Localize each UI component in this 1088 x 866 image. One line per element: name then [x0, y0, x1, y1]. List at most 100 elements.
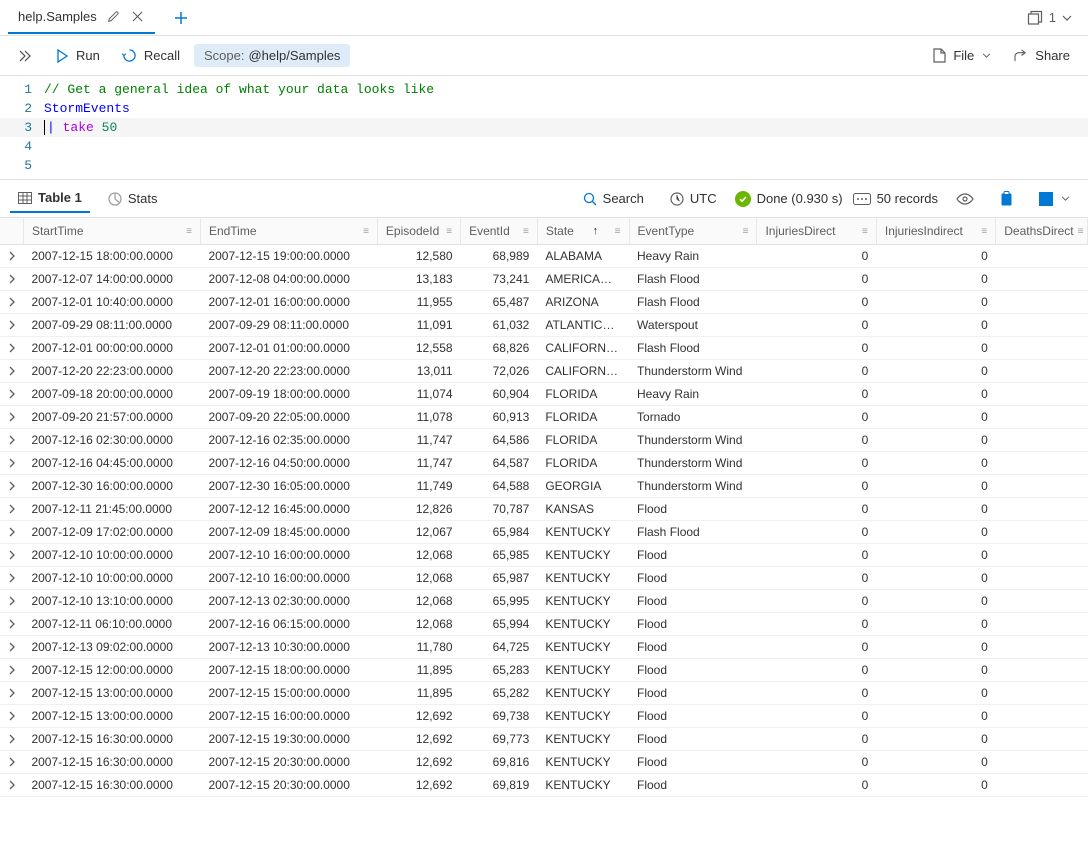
- filter-icon[interactable]: ≡: [615, 226, 621, 237]
- column-header-eventtype[interactable]: EventType≡: [629, 218, 757, 245]
- run-button[interactable]: Run: [46, 44, 108, 68]
- cell: 0: [757, 452, 876, 475]
- table-row[interactable]: 2007-12-10 10:00:00.00002007-12-10 16:00…: [0, 567, 1088, 590]
- expand-row-button[interactable]: [0, 475, 23, 498]
- color-button[interactable]: [1031, 188, 1078, 210]
- expand-row-button[interactable]: [0, 751, 23, 774]
- share-button[interactable]: Share: [1005, 44, 1078, 68]
- share-label: Share: [1035, 48, 1070, 63]
- expand-row-button[interactable]: [0, 498, 23, 521]
- table-row[interactable]: 2007-12-15 12:00:00.00002007-12-15 18:00…: [0, 659, 1088, 682]
- expand-row-button[interactable]: [0, 682, 23, 705]
- expand-row-button[interactable]: [0, 314, 23, 337]
- table-row[interactable]: 2007-12-15 16:30:00.00002007-12-15 19:30…: [0, 728, 1088, 751]
- column-header-injuriesindirect[interactable]: InjuriesIndirect≡: [876, 218, 995, 245]
- utc-button[interactable]: UTC: [662, 187, 725, 210]
- query-editor[interactable]: 1// Get a general idea of what your data…: [0, 76, 1088, 180]
- table-row[interactable]: 2007-09-18 20:00:00.00002007-09-19 18:00…: [0, 383, 1088, 406]
- table-row[interactable]: 2007-12-15 13:00:00.00002007-12-15 16:00…: [0, 705, 1088, 728]
- table-row[interactable]: 2007-12-01 00:00:00.00002007-12-01 01:00…: [0, 337, 1088, 360]
- filter-icon[interactable]: ≡: [743, 226, 749, 237]
- table-row[interactable]: 2007-12-10 10:00:00.00002007-12-10 16:00…: [0, 544, 1088, 567]
- table-row[interactable]: 2007-09-20 21:57:00.00002007-09-20 22:05…: [0, 406, 1088, 429]
- recall-button[interactable]: Recall: [114, 44, 188, 68]
- table-row[interactable]: 2007-12-15 13:00:00.00002007-12-15 15:00…: [0, 682, 1088, 705]
- table-row[interactable]: 2007-12-15 16:30:00.00002007-12-15 20:30…: [0, 774, 1088, 797]
- cell: KENTUCKY: [537, 728, 629, 751]
- stats-tab[interactable]: Stats: [100, 185, 166, 212]
- table-row[interactable]: 2007-12-10 13:10:00.00002007-12-13 02:30…: [0, 590, 1088, 613]
- filter-icon[interactable]: ≡: [862, 226, 868, 237]
- expand-row-button[interactable]: [0, 705, 23, 728]
- expand-row-button[interactable]: [0, 544, 23, 567]
- expand-button[interactable]: [10, 45, 40, 67]
- editor-line[interactable]: 3| take 50: [0, 118, 1088, 137]
- expand-row-button[interactable]: [0, 774, 23, 797]
- filter-icon[interactable]: ≡: [981, 226, 987, 237]
- editor-line[interactable]: 4: [0, 137, 1088, 156]
- new-tab-button[interactable]: [167, 4, 195, 32]
- tabs-overview-button[interactable]: 1: [1019, 10, 1080, 26]
- cell: 69,738: [461, 705, 538, 728]
- table-row[interactable]: 2007-12-30 16:00:00.00002007-12-30 16:05…: [0, 475, 1088, 498]
- table-row[interactable]: 2007-12-20 22:23:00.00002007-12-20 22:23…: [0, 360, 1088, 383]
- query-tab[interactable]: help.Samples: [8, 2, 155, 34]
- expand-row-button[interactable]: [0, 429, 23, 452]
- column-header-episodeid[interactable]: EpisodeId≡: [377, 218, 460, 245]
- expand-row-button[interactable]: [0, 268, 23, 291]
- expand-row-button[interactable]: [0, 590, 23, 613]
- column-header-endtime[interactable]: EndTime≡: [200, 218, 377, 245]
- column-header-injuriesdirect[interactable]: InjuriesDirect≡: [757, 218, 876, 245]
- expand-row-button[interactable]: [0, 613, 23, 636]
- search-button[interactable]: Search: [575, 187, 652, 210]
- table-row[interactable]: 2007-12-16 02:30:00.00002007-12-16 02:35…: [0, 429, 1088, 452]
- table-row[interactable]: 2007-12-11 21:45:00.00002007-12-12 16:45…: [0, 498, 1088, 521]
- table-row[interactable]: 2007-12-01 10:40:00.00002007-12-01 16:00…: [0, 291, 1088, 314]
- table-row[interactable]: 2007-09-29 08:11:00.00002007-09-29 08:11…: [0, 314, 1088, 337]
- cell: Tornado: [629, 406, 757, 429]
- expand-row-button[interactable]: [0, 659, 23, 682]
- hide-empty-button[interactable]: [948, 189, 982, 209]
- editor-line[interactable]: 2StormEvents: [0, 99, 1088, 118]
- file-button[interactable]: File: [923, 44, 999, 68]
- expand-row-button[interactable]: [0, 337, 23, 360]
- scope-chip[interactable]: Scope: @help/Samples: [194, 44, 350, 67]
- expand-row-button[interactable]: [0, 521, 23, 544]
- filter-icon[interactable]: ≡: [1078, 226, 1084, 237]
- table-row[interactable]: 2007-12-07 14:00:00.00002007-12-08 04:00…: [0, 268, 1088, 291]
- table-row[interactable]: 2007-12-13 09:02:00.00002007-12-13 10:30…: [0, 636, 1088, 659]
- filter-icon[interactable]: ≡: [363, 226, 369, 237]
- expand-row-button[interactable]: [0, 452, 23, 475]
- expand-row-button[interactable]: [0, 245, 23, 268]
- expand-row-button[interactable]: [0, 291, 23, 314]
- cell: Flood: [629, 636, 757, 659]
- cell: 60,904: [461, 383, 538, 406]
- editor-line[interactable]: 1// Get a general idea of what your data…: [0, 80, 1088, 99]
- table-row[interactable]: 2007-12-16 04:45:00.00002007-12-16 04:50…: [0, 452, 1088, 475]
- expand-row-button[interactable]: [0, 406, 23, 429]
- filter-icon[interactable]: ≡: [186, 226, 192, 237]
- column-header-starttime[interactable]: StartTime≡: [23, 218, 200, 245]
- column-header-deathsdirect[interactable]: DeathsDirect≡: [996, 218, 1088, 245]
- table-tab[interactable]: Table 1: [10, 184, 90, 213]
- edit-icon[interactable]: [107, 10, 121, 24]
- table-row[interactable]: 2007-12-11 06:10:00.00002007-12-16 06:15…: [0, 613, 1088, 636]
- cell: 0: [876, 636, 995, 659]
- expand-row-button[interactable]: [0, 383, 23, 406]
- expand-row-button[interactable]: [0, 728, 23, 751]
- table-row[interactable]: 2007-12-15 16:30:00.00002007-12-15 20:30…: [0, 751, 1088, 774]
- cell: Flash Flood: [629, 268, 757, 291]
- expand-row-button[interactable]: [0, 360, 23, 383]
- close-icon[interactable]: [131, 10, 145, 24]
- column-header-eventid[interactable]: EventId≡: [461, 218, 538, 245]
- results-grid[interactable]: StartTime≡EndTime≡EpisodeId≡EventId≡Stat…: [0, 218, 1088, 866]
- filter-icon[interactable]: ≡: [446, 226, 452, 237]
- expand-row-button[interactable]: [0, 636, 23, 659]
- table-row[interactable]: 2007-12-15 18:00:00.00002007-12-15 19:00…: [0, 245, 1088, 268]
- expand-row-button[interactable]: [0, 567, 23, 590]
- editor-line[interactable]: 5: [0, 156, 1088, 175]
- column-header-state[interactable]: State↑≡: [537, 218, 629, 245]
- table-row[interactable]: 2007-12-09 17:02:00.00002007-12-09 18:45…: [0, 521, 1088, 544]
- filter-icon[interactable]: ≡: [523, 226, 529, 237]
- copy-button[interactable]: [992, 187, 1021, 211]
